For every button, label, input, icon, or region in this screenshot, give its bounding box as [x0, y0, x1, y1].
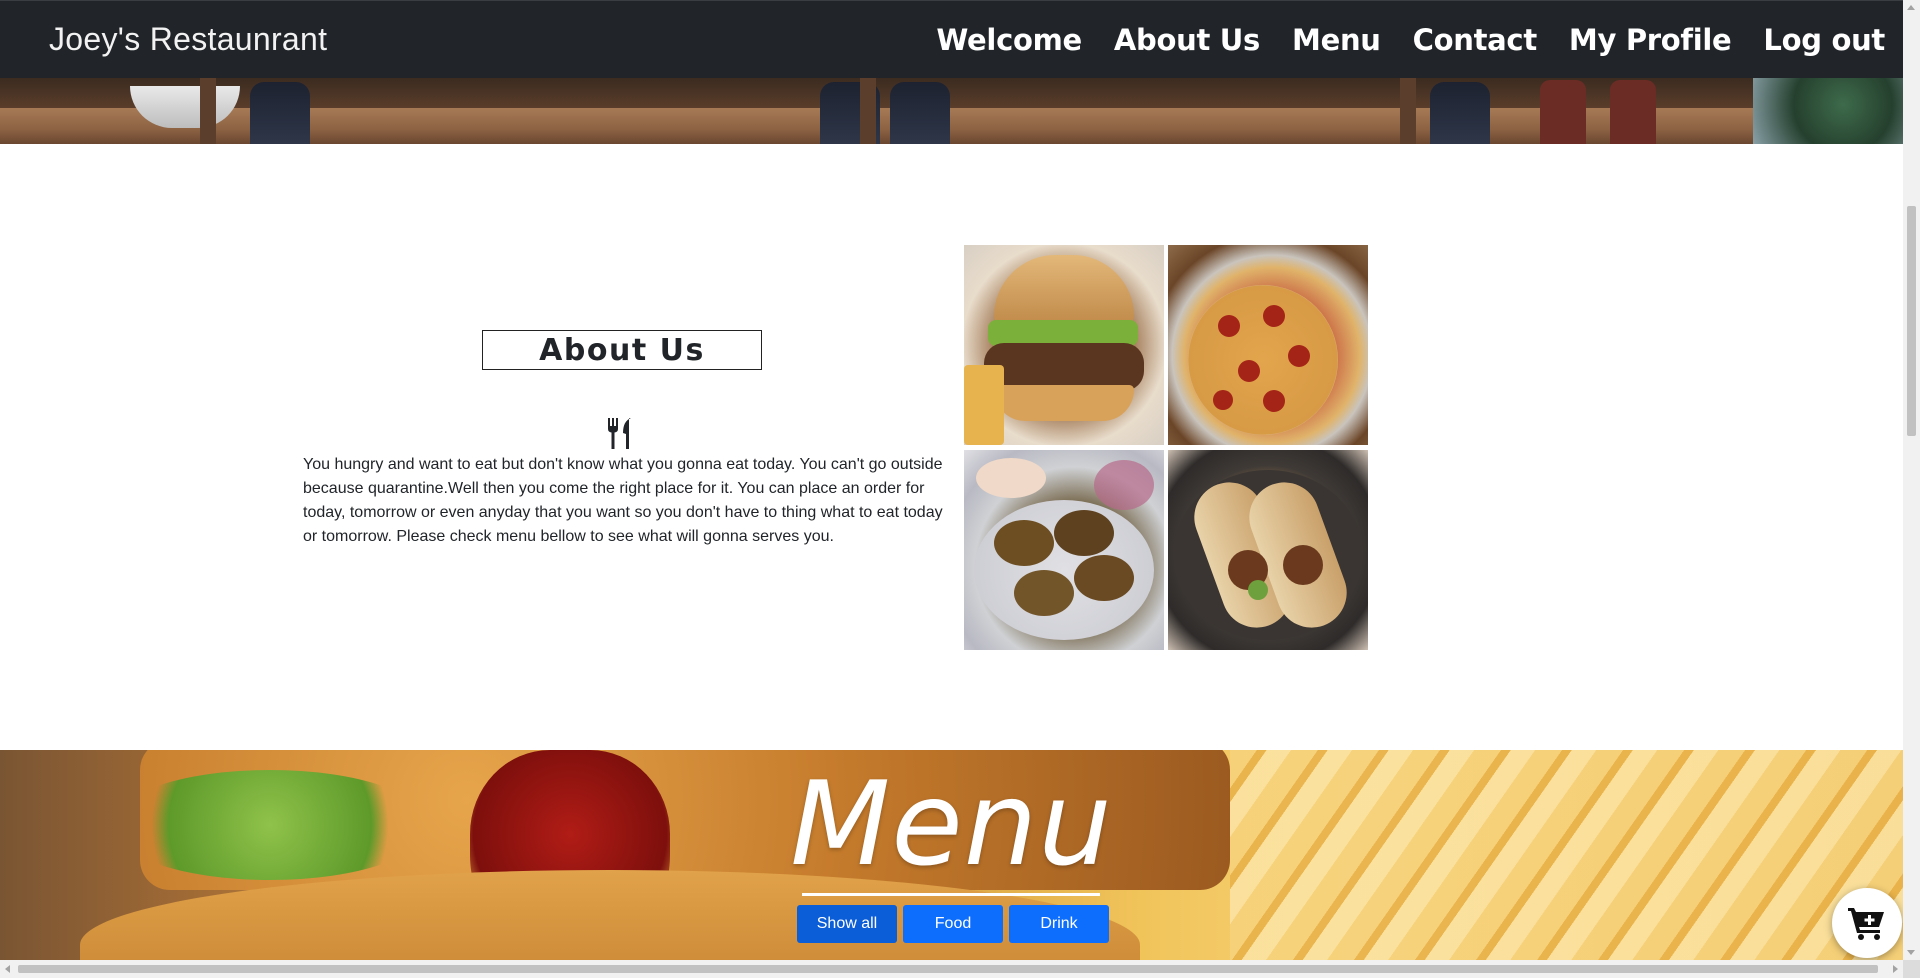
- nav-link-my-profile[interactable]: My Profile: [1569, 23, 1732, 57]
- nav-links: Welcome About Us Menu Contact My Profile…: [904, 23, 1885, 57]
- nav-link-welcome[interactable]: Welcome: [936, 23, 1082, 57]
- cart-button[interactable]: [1832, 888, 1902, 958]
- page: Joey's Restaunrant Welcome About Us Menu…: [0, 0, 1903, 960]
- cart-plus-icon: [1848, 908, 1884, 940]
- falafel-image: [964, 450, 1164, 650]
- vertical-scrollbar-thumb[interactable]: [1907, 206, 1916, 436]
- pizza-image: [1168, 245, 1368, 445]
- brand-logo[interactable]: Joey's Restaunrant: [49, 21, 327, 58]
- food-gallery: [964, 245, 1368, 651]
- horizontal-scrollbar[interactable]: [0, 960, 1903, 978]
- filter-show-all-button[interactable]: Show all: [797, 905, 897, 943]
- wrap-image: [1168, 450, 1368, 650]
- menu-title: Menu: [790, 757, 1113, 892]
- about-us-title: About Us: [539, 332, 705, 368]
- nav-link-menu[interactable]: Menu: [1292, 23, 1381, 57]
- hero-image: [0, 78, 1903, 144]
- scrollbar-corner: [1903, 960, 1920, 978]
- menu-filter-buttons: Show all Food Drink: [797, 905, 1109, 943]
- filter-food-button[interactable]: Food: [903, 905, 1003, 943]
- vertical-scrollbar[interactable]: [1903, 0, 1920, 960]
- navbar: Joey's Restaunrant Welcome About Us Menu…: [0, 0, 1903, 78]
- nav-link-about-us[interactable]: About Us: [1114, 23, 1260, 57]
- about-us-description: You hungry and want to eat but don't kno…: [303, 456, 943, 545]
- horizontal-scrollbar-thumb[interactable]: [18, 965, 1878, 973]
- utensils-icon: [608, 418, 631, 449]
- filter-drink-button[interactable]: Drink: [1009, 905, 1109, 943]
- nav-link-contact[interactable]: Contact: [1413, 23, 1538, 57]
- nav-link-log-out[interactable]: Log out: [1763, 23, 1885, 57]
- about-us-heading-box: About Us: [482, 330, 762, 370]
- menu-title-underline: [802, 893, 1100, 896]
- burger-image: [964, 245, 1164, 445]
